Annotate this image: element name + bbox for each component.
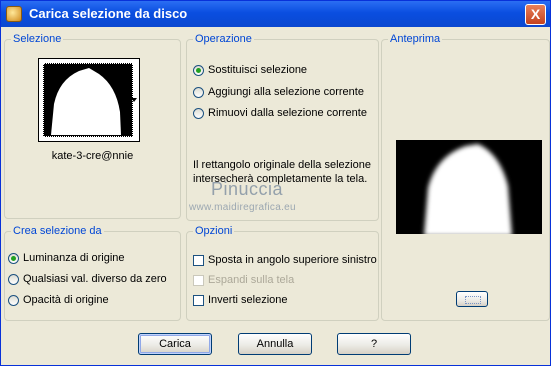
radio-opacita[interactable]: Opacità di origine [8, 294, 109, 306]
radio-aggiungi[interactable]: Aggiungi alla selezione corrente [193, 86, 364, 98]
selection-name: kate-3-cre@nnie [51, 150, 134, 162]
checkbox-disabled [193, 274, 204, 286]
close-button[interactable]: X [525, 4, 546, 25]
checkbox[interactable] [193, 254, 204, 266]
radio-button[interactable] [8, 294, 19, 306]
operazione-group-title: Operazione [193, 33, 254, 45]
preview-toggle-button[interactable] [456, 291, 488, 307]
anteprima-group: Anteprima [381, 33, 550, 321]
checkbox-sposta[interactable]: Sposta in angolo superiore sinistro [193, 254, 377, 266]
dialog-window: Carica selezione da disco X Selezione ka… [0, 0, 551, 366]
radio-button[interactable] [193, 86, 204, 98]
preview-image [396, 140, 542, 234]
title-bar[interactable]: Carica selezione da disco X [1, 1, 550, 27]
radio-button[interactable] [8, 273, 19, 285]
cancel-button[interactable]: Annulla [238, 333, 312, 355]
crea-group-title: Crea selezione da [11, 225, 104, 237]
opzioni-group: Opzioni Sposta in angolo superiore sinis… [186, 225, 379, 321]
radio-label: Aggiungi alla selezione corrente [208, 86, 364, 98]
radio-label: Sostituisci selezione [208, 64, 308, 76]
help-button[interactable]: ? [337, 333, 411, 355]
radio-button-selected[interactable] [193, 64, 204, 76]
checkbox-inverti[interactable]: Inverti selezione [193, 294, 288, 306]
radio-luminanza[interactable]: Luminanza di origine [8, 252, 125, 264]
watermark-url: www.maidiregrafica.eu [189, 202, 296, 213]
radio-rimuovi[interactable]: Rimuovi dalla selezione corrente [193, 107, 367, 119]
crea-selezione-group: Crea selezione da Luminanza di origine Q… [4, 225, 181, 321]
checkbox[interactable] [193, 294, 204, 306]
checkbox-label: Inverti selezione [208, 294, 288, 306]
radio-button[interactable] [193, 107, 204, 119]
load-button[interactable]: Carica [138, 333, 212, 355]
checkbox-label: Espandi sulla tela [208, 274, 295, 286]
radio-sostituisci[interactable]: Sostituisci selezione [193, 64, 307, 76]
checkbox-espandi: Espandi sulla tela [193, 274, 294, 286]
anteprima-group-title: Anteprima [388, 33, 443, 45]
preview-toggle-icon [465, 296, 481, 304]
radio-label: Rimuovi dalla selezione corrente [208, 107, 367, 119]
radio-label: Luminanza di origine [23, 252, 125, 264]
watermark-name: Pinuccia [211, 179, 284, 199]
radio-button-selected[interactable] [8, 252, 19, 264]
radio-qualsiasi[interactable]: Qualsiasi val. diverso da zero [8, 273, 167, 285]
radio-label: Qualsiasi val. diverso da zero [23, 273, 167, 285]
window-title: Carica selezione da disco [29, 6, 188, 21]
selection-thumbnail-picker[interactable] [38, 58, 140, 142]
close-icon: X [530, 6, 541, 22]
dropdown-arrow-icon[interactable] [131, 98, 137, 102]
selezione-group-title: Selezione [11, 33, 64, 45]
app-icon [6, 6, 22, 22]
selection-thumbnail [43, 63, 133, 137]
checkbox-label: Sposta in angolo superiore sinistro [208, 254, 377, 266]
radio-label: Opacità di origine [23, 294, 109, 306]
opzioni-group-title: Opzioni [193, 225, 235, 237]
selezione-group: Selezione kate-3-cre@nnie [4, 33, 181, 219]
